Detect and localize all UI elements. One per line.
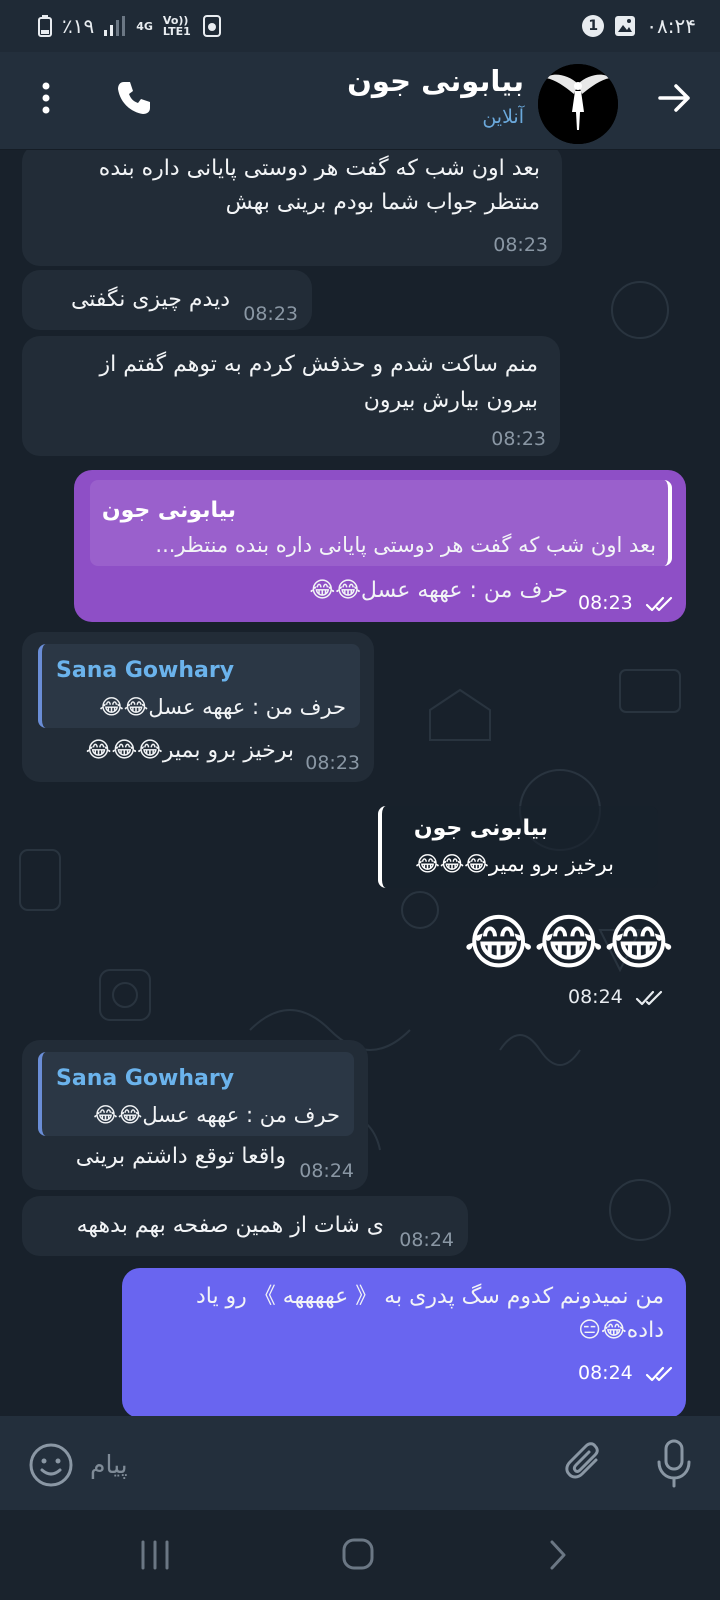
message-text: واقعا توقع داشتم برینی [75,1144,286,1169]
chat-status: آنلاین [482,106,524,128]
mic-icon[interactable] [652,1438,696,1488]
reply-quote[interactable]: Sana Gowhary حرف من : عههه عسل😂😂 [38,644,360,728]
message-input[interactable] [90,1434,530,1494]
message-text: ی شات از همین صفحه بهم بدههه [76,1213,384,1238]
signal-icon [104,16,126,36]
message-time: 08:23 [305,752,360,774]
reply-quote[interactable]: بیابونی جون برخیز برو بمیر😂😂😂 [378,806,658,888]
status-bar: ٪۱۹ 4G Vo)) LTE1 1 ۰۸:۲۴ [0,0,720,52]
incoming-message[interactable]: Sana Gowhary حرف من : عههه عسل😂😂 واقعا ت… [22,1040,368,1190]
avatar-angel-icon [538,64,618,144]
message-text: حرف من : عههه عسل😂😂 [309,578,569,603]
reply-quote[interactable]: Sana Gowhary حرف من : عههه عسل😂😂 [38,1052,354,1136]
outgoing-message[interactable]: بیابونی جون بعد اون شب که گفت هر دوستی پ… [74,470,686,622]
recents-icon[interactable] [138,1538,172,1572]
battery-icon [38,15,52,37]
incoming-message[interactable]: ی شات از همین صفحه بهم بدههه 08:24 [22,1196,468,1256]
home-icon[interactable] [340,1536,376,1572]
incoming-message[interactable]: دیدم چیزی نگفتی 08:23 [22,270,312,330]
network-type: 4G [136,19,153,33]
outgoing-message[interactable]: من نمیدونم کدوم سگ پدری به 《 عههههه 》 رو… [122,1268,686,1416]
avatar[interactable] [538,64,618,144]
reply-sender-name: بیابونی جون [101,498,236,523]
message-text-line1: منم ساکت شدم و حذفش کردم به توهم گفتم از [99,352,538,377]
status-right: 1 ۰۸:۲۴ [582,14,696,38]
composer [0,1416,720,1510]
message-time: 08:23 [578,586,677,620]
message-text-line2: منتظر جواب شما بودم برینی بهش [225,190,540,215]
reply-sender-name: Sana Gowhary [56,1066,235,1091]
message-time: 08:24 [399,1229,454,1251]
message-time: 08:23 [243,303,298,325]
message-list[interactable]: بعد اون شب که گفت هر دوستی پایانی داره ب… [0,150,720,1416]
reply-preview-text: بعد اون شب که گفت هر دوستی پایانی داره ب… [155,533,656,557]
incoming-message[interactable]: Sana Gowhary حرف من : عههه عسل😂😂 برخیز ب… [22,632,374,782]
reply-quote[interactable]: بیابونی جون بعد اون شب که گفت هر دوستی پ… [90,480,672,566]
back-arrow-icon[interactable] [654,78,694,118]
gallery-icon [615,16,636,36]
message-text-line2: داده😂😑 [578,1318,664,1343]
outgoing-emoji-message[interactable]: بیابونی جون برخیز برو بمیر😂😂😂 😂😂😂 08:24 [374,806,694,1010]
message-time: 08:23 [493,234,548,256]
more-vert-icon[interactable] [36,78,56,118]
message-time: 08:24 [299,1160,354,1182]
clock: ۰۸:۲۴ [646,14,696,38]
app-notification-icon [202,15,221,37]
message-time-value: 08:24 [578,1362,633,1384]
reply-sender-name: بیابونی جون [413,816,548,841]
phone-icon[interactable] [114,78,154,118]
incoming-message[interactable]: بعد اون شب که گفت هر دوستی پایانی داره ب… [22,150,562,266]
message-time: 08:23 [491,428,546,450]
message-text-line2: بیرون بیارش بیرون [363,388,538,413]
emoji-icon[interactable] [28,1442,74,1488]
incoming-message[interactable]: منم ساکت شدم و حذفش کردم به توهم گفتم از… [22,336,560,456]
chat-title[interactable]: بیابونی جون [347,64,524,98]
double-check-icon [645,596,672,611]
attach-icon[interactable] [562,1440,608,1488]
message-text: برخیز برو بمیر😂😂😂 [85,738,294,763]
chat-header: بیابونی جون آنلاین [0,52,720,150]
message-time: 08:24 [578,1356,677,1390]
reply-preview-text: برخیز برو بمیر😂😂😂 [415,852,614,876]
reply-preview-text: حرف من : عههه عسل😂😂 [99,695,346,719]
volte-indicator: Vo)) LTE1 [162,14,191,38]
double-check-icon [635,990,662,1005]
message-time: 08:24 [568,986,667,1008]
message-time-value: 08:24 [568,986,623,1008]
message-time-value: 08:23 [578,592,633,614]
message-emoji: 😂😂😂 [463,908,674,978]
system-nav-bar [0,1510,720,1600]
message-text-line1: بعد اون شب که گفت هر دوستی پایانی داره ب… [98,156,540,181]
reply-sender-name: Sana Gowhary [56,658,235,683]
reply-preview-text: حرف من : عههه عسل😂😂 [93,1103,340,1127]
message-text: دیدم چیزی نگفتی [70,287,230,312]
status-left: ٪۱۹ 4G Vo)) LTE1 [38,14,221,38]
nav-back-icon[interactable] [546,1538,570,1572]
notification-count-badge: 1 [582,15,605,37]
double-check-icon [645,1366,672,1381]
battery-percent: ٪۱۹ [62,14,95,38]
message-text-line1: من نمیدونم کدوم سگ پدری به 《 عههههه 》 رو… [195,1284,664,1309]
